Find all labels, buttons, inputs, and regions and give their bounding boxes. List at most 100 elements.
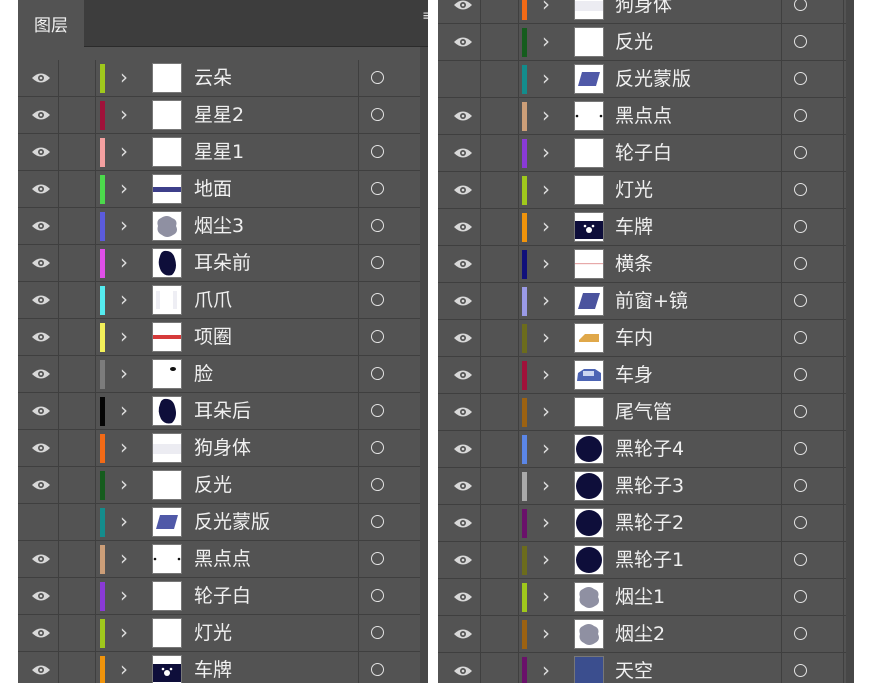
lock-toggle[interactable] (59, 134, 96, 170)
target-circle-icon[interactable] (794, 553, 807, 566)
layer-name[interactable]: 烟尘3 (194, 208, 244, 244)
layer-name[interactable]: 狗身体 (615, 0, 672, 23)
layer-row[interactable]: › 轮子白 (438, 135, 854, 172)
eye-icon[interactable] (446, 246, 481, 282)
layer-row[interactable]: › 灯光 (438, 172, 854, 209)
chevron-right-icon[interactable]: › (538, 505, 554, 541)
layer-name[interactable]: 爪爪 (194, 282, 232, 318)
eye-icon[interactable] (446, 0, 481, 23)
chevron-right-icon[interactable]: › (538, 579, 554, 615)
lock-toggle[interactable] (59, 467, 96, 503)
target-circle-icon[interactable] (794, 220, 807, 233)
layer-row[interactable]: › 狗身体 (438, 0, 854, 24)
chevron-right-icon[interactable]: › (538, 135, 554, 171)
chevron-right-icon[interactable]: › (116, 60, 132, 96)
layer-name[interactable]: 黑点点 (194, 541, 251, 577)
target-circle-icon[interactable] (371, 367, 384, 380)
eye-icon[interactable] (24, 652, 59, 683)
layer-name[interactable]: 轮子白 (194, 578, 251, 614)
lock-toggle[interactable] (59, 245, 96, 281)
eye-icon[interactable] (446, 98, 481, 134)
lock-toggle[interactable] (59, 652, 96, 683)
target-circle-icon[interactable] (371, 256, 384, 269)
target-circle-icon[interactable] (371, 441, 384, 454)
layer-row[interactable]: › 黑轮子1 (438, 542, 854, 579)
lock-toggle[interactable] (59, 615, 96, 651)
layer-name[interactable]: 黑轮子1 (615, 542, 684, 578)
layer-name[interactable]: 车身 (615, 357, 653, 393)
eye-icon[interactable] (24, 541, 59, 577)
lock-toggle[interactable] (59, 171, 96, 207)
lock-toggle[interactable] (59, 578, 96, 614)
lock-toggle[interactable] (482, 98, 519, 134)
lock-toggle[interactable] (482, 468, 519, 504)
target-circle-icon[interactable] (794, 294, 807, 307)
lock-toggle[interactable] (59, 208, 96, 244)
layer-row[interactable]: › 项圈 (18, 319, 428, 356)
target-circle-icon[interactable] (794, 331, 807, 344)
target-circle-icon[interactable] (371, 589, 384, 602)
layer-name[interactable]: 轮子白 (615, 135, 672, 171)
layer-row[interactable]: › 爪爪 (18, 282, 428, 319)
target-circle-icon[interactable] (794, 590, 807, 603)
lock-toggle[interactable] (482, 24, 519, 60)
layer-name[interactable]: 灯光 (194, 615, 232, 651)
layer-row[interactable]: › 地面 (18, 171, 428, 208)
eye-icon[interactable] (446, 172, 481, 208)
layer-name[interactable]: 黑轮子2 (615, 505, 684, 541)
layer-row[interactable]: › 反光 (18, 467, 428, 504)
chevron-right-icon[interactable]: › (538, 24, 554, 60)
lock-toggle[interactable] (482, 542, 519, 578)
layer-name[interactable]: 黑轮子4 (615, 431, 684, 467)
target-circle-icon[interactable] (371, 478, 384, 491)
layer-name[interactable]: 反光蒙版 (194, 504, 270, 540)
lock-toggle[interactable] (482, 283, 519, 319)
layer-name[interactable]: 耳朵后 (194, 393, 251, 429)
eye-icon[interactable] (446, 542, 481, 578)
eye-icon[interactable] (24, 319, 59, 355)
layer-name[interactable]: 灯光 (615, 172, 653, 208)
lock-toggle[interactable] (59, 504, 96, 540)
eye-icon[interactable] (446, 431, 481, 467)
chevron-right-icon[interactable]: › (116, 208, 132, 244)
layer-name[interactable]: 星星2 (194, 97, 244, 133)
layer-name[interactable]: 反光 (615, 24, 653, 60)
lock-toggle[interactable] (482, 579, 519, 615)
eye-icon[interactable] (24, 208, 59, 244)
lock-toggle[interactable] (482, 505, 519, 541)
target-circle-icon[interactable] (794, 405, 807, 418)
layer-row[interactable]: › 灯光 (18, 615, 428, 652)
eye-icon[interactable] (446, 468, 481, 504)
layer-row[interactable]: › 黑轮子2 (438, 505, 854, 542)
target-circle-icon[interactable] (371, 626, 384, 639)
chevron-right-icon[interactable]: › (116, 652, 132, 683)
layer-name[interactable]: 横条 (615, 246, 653, 282)
eye-icon[interactable] (24, 578, 59, 614)
target-circle-icon[interactable] (371, 219, 384, 232)
lock-toggle[interactable] (59, 541, 96, 577)
layer-row[interactable]: › 车身 (438, 357, 854, 394)
eye-icon[interactable] (24, 467, 59, 503)
target-circle-icon[interactable] (794, 109, 807, 122)
chevron-right-icon[interactable]: › (538, 542, 554, 578)
eye-icon[interactable] (24, 60, 59, 96)
layer-row[interactable]: › 烟尘3 (18, 208, 428, 245)
lock-toggle[interactable] (59, 356, 96, 392)
layer-name[interactable]: 反光 (194, 467, 232, 503)
lock-toggle[interactable] (59, 319, 96, 355)
target-circle-icon[interactable] (794, 516, 807, 529)
target-circle-icon[interactable] (794, 146, 807, 159)
layer-row[interactable]: › 横条 (438, 246, 854, 283)
chevron-right-icon[interactable]: › (116, 245, 132, 281)
layer-name[interactable]: 车牌 (615, 209, 653, 245)
chevron-right-icon[interactable]: › (538, 98, 554, 134)
layer-name[interactable]: 地面 (194, 171, 232, 207)
chevron-right-icon[interactable]: › (538, 209, 554, 245)
layer-row[interactable]: › 黑点点 (438, 98, 854, 135)
chevron-right-icon[interactable]: › (538, 283, 554, 319)
target-circle-icon[interactable] (794, 35, 807, 48)
panel-menu-icon[interactable]: ≡ (422, 8, 428, 38)
layer-name[interactable]: 耳朵前 (194, 245, 251, 281)
target-circle-icon[interactable] (371, 182, 384, 195)
chevron-right-icon[interactable]: › (538, 320, 554, 356)
